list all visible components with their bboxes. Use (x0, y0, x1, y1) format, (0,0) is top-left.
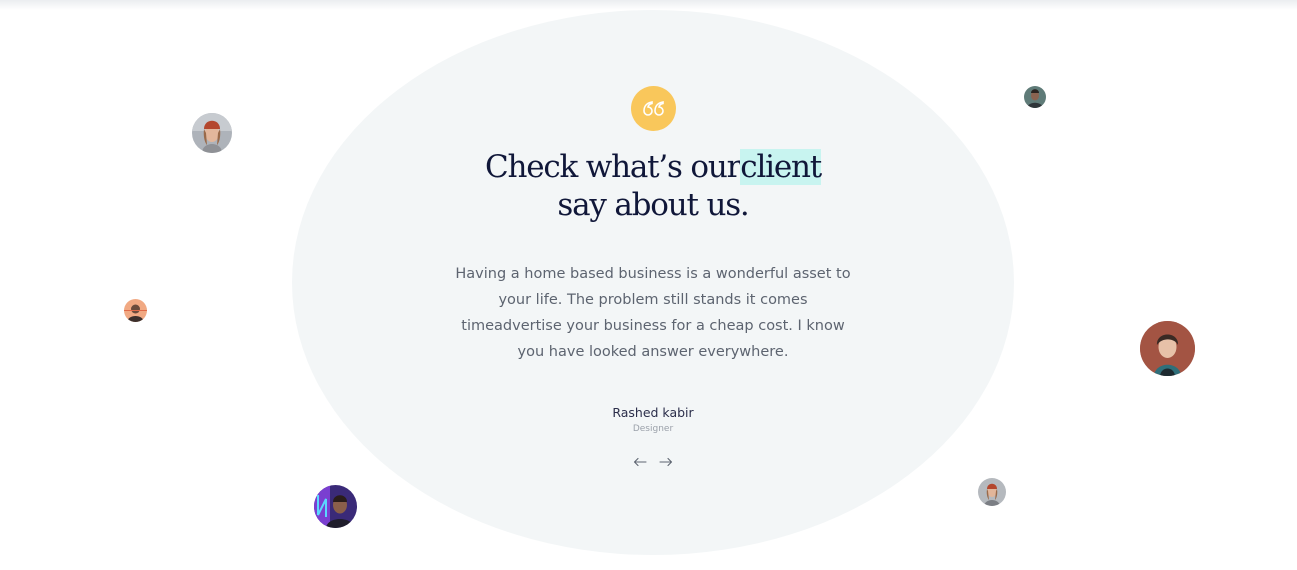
client-photo (978, 478, 1006, 506)
client-avatar-6[interactable] (978, 478, 1006, 506)
author-role: Designer (632, 424, 674, 434)
heading-highlight: client (740, 149, 822, 185)
quote-66-icon (642, 100, 664, 116)
client-photo (1140, 321, 1195, 376)
client-photo (124, 299, 147, 322)
testimonial-section: Check what’s ourclient say about us. Hav… (0, 0, 1297, 570)
section-heading: Check what’s ourclient say about us. (400, 148, 906, 224)
client-avatar-5[interactable] (1140, 321, 1195, 376)
previous-button[interactable] (631, 454, 649, 470)
arrow-left-icon (633, 457, 647, 467)
arrow-right-icon (659, 457, 673, 467)
client-avatar-4[interactable] (1024, 86, 1046, 108)
client-photo (314, 485, 357, 528)
heading-text-end: say about us. (557, 187, 749, 223)
quote-icon (631, 86, 676, 131)
client-avatar-3[interactable] (314, 485, 357, 528)
next-button[interactable] (657, 454, 675, 470)
client-avatar-2[interactable] (124, 299, 147, 322)
author-name: Rashed kabir (612, 405, 694, 420)
client-photo (192, 113, 232, 153)
heading-text-start: Check what’s our (484, 149, 742, 185)
testimonial-quote: Having a home based business is a wonder… (455, 266, 851, 360)
client-avatar-1[interactable] (192, 113, 232, 153)
client-photo (1024, 86, 1046, 108)
header-shadow (0, 0, 1297, 10)
